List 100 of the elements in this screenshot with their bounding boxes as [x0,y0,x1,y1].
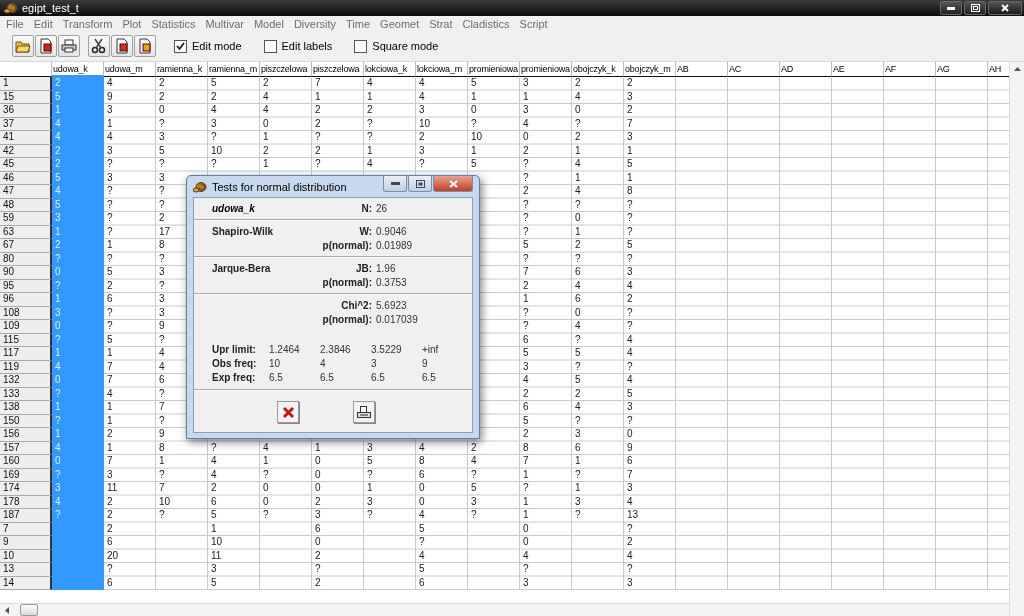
column-header[interactable]: ramienna_k [156,62,208,77]
table-cell: ? [523,306,529,318]
menu-item[interactable]: Cladistics [457,17,515,30]
toolbar-button[interactable] [35,35,57,57]
toolbar-button[interactable] [88,35,110,57]
column-header[interactable]: obojczyk_m [624,62,676,77]
minimize-button[interactable] [383,176,407,192]
minimize-button[interactable] [940,1,962,15]
table-cell: 2 [315,576,321,588]
menu-item[interactable]: Transform [57,17,118,30]
table-cell: 9 [107,90,113,102]
menu-item[interactable]: Multivar [200,17,249,30]
row-header[interactable]: 109 [0,320,52,334]
column-header[interactable]: udowa_k [52,62,104,77]
row-header[interactable]: 174 [0,482,52,496]
table-cell: 1 [575,455,581,466]
column-header[interactable]: promieniowa [520,62,572,77]
table-cell: 5 [471,158,477,169]
maximize-button[interactable] [408,176,432,192]
scissors-icon [91,38,107,54]
row-header[interactable]: 117 [0,347,52,361]
table-cell: 2 [107,522,113,534]
row-header[interactable]: 41 [0,131,52,145]
row-header[interactable]: 138 [0,401,52,415]
row-header[interactable]: 1 [0,77,52,91]
row-header[interactable]: 132 [0,374,52,388]
table-cell: 1 [107,117,113,129]
print-button[interactable] [353,401,375,423]
menu-item[interactable]: Time [341,17,376,30]
table-cell: 4 [575,158,581,169]
table-cell: 6 [575,293,581,304]
menu-item[interactable]: Strat [424,17,458,30]
row-header[interactable]: 90 [0,266,52,280]
horizontal-scrollbar[interactable] [0,603,1009,616]
column-header[interactable]: piszczelowa [260,62,312,77]
stat-label: JB: [354,263,373,274]
test-name: Shapiro-Wilk [212,226,275,237]
menu-item[interactable]: Edit [28,17,58,30]
menu-item[interactable]: Diversity [288,17,342,30]
vertical-scrollbar[interactable] [1009,62,1024,616]
table-cell: 7 [523,455,529,466]
table-cell: 5 [471,77,477,88]
column-header[interactable]: ramienna_m [208,62,260,77]
row-header[interactable]: 156 [0,428,52,442]
row-header[interactable]: 47 [0,185,52,199]
menu-item[interactable]: File [1,17,29,30]
row-header[interactable]: 67 [0,239,52,253]
table-cell: 3 [523,104,529,115]
column-header[interactable]: udowa_m [104,62,156,77]
close-button[interactable] [988,1,1022,15]
menu-item[interactable]: Geomet [375,17,425,30]
table-cell: 4 [52,185,104,199]
column-header[interactable]: AG [936,62,988,77]
table-cell: ? [159,509,165,520]
column-header[interactable]: obojczyk_k [572,62,624,77]
row-header[interactable]: 160 [0,455,52,469]
checkbox[interactable] [174,39,187,53]
frequency-value: 3 [371,358,378,369]
column-header[interactable]: AC [728,62,780,77]
menu-item[interactable]: Statistics [146,17,201,30]
toolbar-button[interactable] [58,35,80,57]
column-header[interactable]: lokciowa_k [364,62,416,77]
column-header[interactable]: AB [676,62,728,77]
table-cell: 1 [107,414,113,426]
table-cell: 1 [471,144,477,156]
row-header[interactable]: 59 [0,212,52,226]
close-icon [1001,4,1009,12]
column-header[interactable]: AE [832,62,884,77]
column-header[interactable]: AD [780,62,832,77]
column-header[interactable]: promieniowa [468,62,520,77]
row-header[interactable]: 187 [0,509,52,523]
printer-icon [61,39,77,53]
column-header[interactable]: AF [884,62,936,77]
toolbar-button[interactable] [134,35,156,57]
column-header[interactable]: lokciowa_m [416,62,468,77]
table-cell: 3 [107,144,113,156]
toolbar-button[interactable] [111,35,133,57]
document-icon [114,38,130,54]
table-cell: 7 [107,374,113,385]
checkbox[interactable] [263,39,277,53]
menu-item[interactable]: Script [514,17,553,30]
table-cell: 1 [575,225,581,237]
close-icon [448,179,458,188]
maximize-button[interactable] [964,1,986,15]
restore-icon [970,4,980,12]
row-header[interactable]: 36 [0,104,52,118]
menu-item[interactable]: Model [248,17,289,30]
table-cell: 2 [575,77,581,88]
row-header[interactable]: 45 [0,158,52,172]
row-header[interactable]: 96 [0,293,52,307]
menu-item[interactable]: Plot [117,17,147,30]
column-header[interactable]: piszczelowa [312,62,364,77]
checkbox[interactable] [354,39,368,53]
frequency-value: 3.5229 [371,344,403,355]
table-cell: 2 [107,279,113,291]
scrollbar-thumb[interactable] [20,604,38,616]
table-cell: 10 [419,117,431,129]
table-cell: 2 [107,428,113,439]
row-header[interactable]: 13 [0,563,52,577]
row-header[interactable]: 9 [0,536,52,550]
